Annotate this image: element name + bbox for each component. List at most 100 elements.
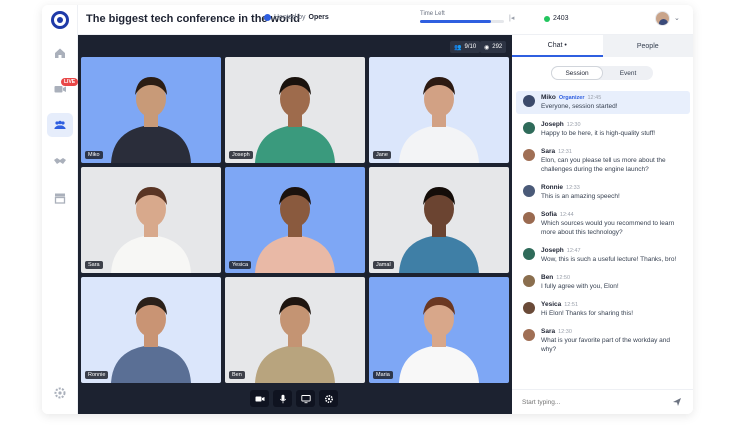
message-header: Yesica 12:51: [541, 301, 686, 308]
sender-name: Sara: [541, 148, 556, 155]
participant-video: [255, 297, 335, 383]
chat-composer: [512, 389, 693, 414]
participant-video: [111, 77, 191, 163]
microphone-button[interactable]: [273, 390, 292, 407]
participant-name: Ben: [229, 371, 245, 379]
settings-icon: [324, 394, 333, 403]
camera-icon: [255, 396, 264, 401]
video-tile[interactable]: Maria: [369, 277, 509, 383]
sender-name: Ben: [541, 274, 554, 281]
views-badge: ◉ 292: [480, 41, 507, 53]
participant-video: [399, 77, 479, 163]
hosted-prefix: Hosted by: [274, 14, 306, 21]
logo[interactable]: [51, 11, 69, 29]
message-header: Joseph 12:30: [541, 121, 686, 128]
avatar[interactable]: [523, 185, 535, 197]
people-icon[interactable]: [52, 117, 68, 133]
gear-icon[interactable]: [52, 385, 68, 401]
globe-icon: [264, 14, 271, 21]
participant-name: Miko: [85, 151, 103, 159]
panel-tabs: Chat • People: [512, 35, 693, 57]
time-left-label: Time Left: [420, 11, 445, 17]
sender-name: Joseph: [541, 247, 564, 254]
participant-name: Jamal: [373, 261, 394, 269]
segment-event[interactable]: Event: [603, 66, 653, 80]
message-header: Ronnie 12:33: [541, 184, 686, 191]
participant-video: [111, 297, 191, 383]
video-tile[interactable]: Jane: [369, 57, 509, 163]
message-header: Ben 12:50: [541, 274, 686, 281]
avatar[interactable]: [523, 275, 535, 287]
chat-input[interactable]: [522, 397, 662, 408]
avatar[interactable]: [523, 95, 535, 107]
participant-name: Joseph: [229, 151, 253, 159]
time-left-fill: [420, 20, 492, 23]
participants-badge: 👥 9/10: [450, 41, 481, 53]
participant-name: Ronnie: [85, 371, 109, 379]
camera-button[interactable]: [250, 390, 269, 407]
screen-share-icon: [300, 394, 311, 403]
chat-message: Joseph 12:47 Wow, this is such a useful le…: [516, 244, 690, 267]
sender-name: Sofia: [541, 211, 557, 218]
avatar[interactable]: [523, 329, 535, 341]
message-header: Joseph 12:47: [541, 247, 686, 254]
collapse-icon[interactable]: |◂: [509, 14, 514, 22]
avatar[interactable]: [523, 122, 535, 134]
video-tile[interactable]: Miko: [81, 57, 221, 163]
sender-name: Sara: [541, 328, 556, 335]
video-grid: Miko Joseph Jane Sara Yesica Jamal Ronnie Ben Ma…: [81, 57, 509, 384]
chat-scope-toggle: Session Event: [551, 66, 653, 80]
participant-video: [255, 77, 335, 163]
message-time: 12:31: [558, 149, 572, 155]
segment-session[interactable]: Session: [551, 66, 603, 80]
time-left-bar: [420, 20, 504, 23]
message-time: 12:30: [558, 329, 572, 335]
video-tile[interactable]: Ben: [225, 277, 365, 383]
participant-video: [111, 187, 191, 273]
message-time: 12:45: [587, 95, 602, 101]
screen-share-button[interactable]: [296, 390, 315, 407]
sender-name: Miko: [541, 94, 556, 101]
send-icon[interactable]: [672, 397, 682, 407]
message-time: 12:44: [559, 212, 574, 218]
message-text: Everyone, session started!: [541, 103, 618, 110]
avatar[interactable]: [523, 149, 535, 161]
message-time: 12:47: [566, 248, 581, 254]
microphone-icon: [279, 394, 286, 403]
tab-people[interactable]: People: [602, 35, 693, 57]
participant-video: [399, 297, 479, 383]
sender-name: Joseph: [541, 121, 564, 128]
message-header: Sara 12:31: [541, 148, 686, 155]
message-time: 12:51: [564, 302, 579, 308]
participant-name: Jane: [373, 151, 391, 159]
store-icon[interactable]: [52, 190, 68, 206]
message-text: Which sources would you recommend to lea…: [541, 220, 675, 236]
chevron-down-icon[interactable]: ⌄: [674, 14, 680, 22]
video-tile[interactable]: Jamal: [369, 167, 509, 273]
chat-message: Ben 12:50 I fully agree with you, Elon!: [516, 271, 690, 294]
avatar[interactable]: [523, 302, 535, 314]
avatar[interactable]: [523, 212, 535, 224]
video-tile[interactable]: Joseph: [225, 57, 365, 163]
tab-chat[interactable]: Chat •: [512, 35, 603, 57]
video-tile[interactable]: Ronnie: [81, 277, 221, 383]
chat-message: Sofia 12:44 Which sources would you recomm…: [516, 208, 690, 240]
settings-button[interactable]: [319, 390, 338, 407]
chat-message: Ronnie 12:33 This is an amazing speech!: [516, 181, 690, 204]
video-tile[interactable]: Yesica: [225, 167, 365, 273]
eye-icon: ◉: [484, 44, 490, 51]
viewer-count-value: 2403: [553, 15, 569, 22]
chat-message: Miko Organizer 12:45 Everyone, session star…: [516, 91, 690, 114]
participants-count: 9/10: [464, 44, 477, 50]
participant-video: [255, 187, 335, 273]
hosted-by: Hosted by Opers: [264, 14, 329, 21]
video-tile[interactable]: Sara: [81, 167, 221, 273]
participant-video: [399, 187, 479, 273]
chat-panel: Chat • People Session Event Miko Organize…: [512, 35, 693, 414]
avatar[interactable]: [655, 11, 670, 26]
host-name[interactable]: Opers: [309, 14, 329, 21]
handshake-icon[interactable]: [52, 153, 68, 169]
home-icon[interactable]: [52, 45, 68, 61]
avatar[interactable]: [523, 248, 535, 260]
message-header: Sofia 12:44: [541, 211, 686, 218]
